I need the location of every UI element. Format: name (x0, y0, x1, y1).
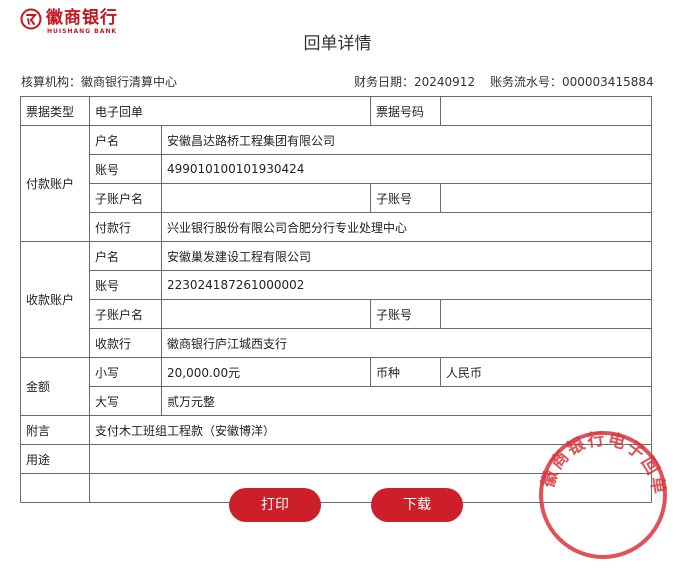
download-button[interactable]: 下载 (371, 488, 463, 522)
payee-sub-name-value (160, 299, 372, 329)
payee-sub-account-label: 子账号 (370, 299, 442, 329)
payer-name-label: 户名 (89, 125, 162, 155)
doc-type-label: 票据类型 (20, 96, 90, 126)
payee-name-label: 户名 (89, 241, 162, 271)
amount-lower-value: 20,000.00元 (160, 357, 372, 387)
page-title: 回单详情 (303, 34, 372, 54)
table-row: 付款账户 户名 安徽昌达路桥工程集团有限公司 (20, 125, 653, 242)
payer-account-value: 499010100101930424 (160, 154, 653, 184)
amount-group-label: 金额 (20, 357, 90, 416)
payer-sub-account-label: 子账号 (370, 183, 442, 213)
doc-number-label: 票据号码 (370, 96, 442, 126)
currency-label: 币种 (370, 357, 442, 387)
table-row: 账号 223024187261000002 (21, 270, 653, 300)
payer-account-label: 账号 (89, 154, 162, 184)
payee-group-label: 收款账户 (20, 241, 90, 358)
payee-sub-account-value (440, 299, 653, 329)
table-row: 子账户名 子账号 (21, 183, 653, 213)
payer-name-value: 安徽昌达路桥工程集团有限公司 (160, 125, 653, 155)
purpose-value (88, 444, 653, 474)
payer-sub-name-label: 子账户名 (89, 183, 162, 213)
table-row: 金额 小写 20,000.00元 币种 人民币 (20, 357, 653, 416)
amount-upper-label: 大写 (89, 386, 162, 416)
print-button[interactable]: 打印 (229, 488, 321, 522)
payee-name-value: 安徽巢发建设工程有限公司 (160, 241, 653, 271)
finance-date-text: 财务日期：20240912 (354, 75, 476, 89)
payee-account-value: 223024187261000002 (160, 270, 653, 300)
payer-sub-account-value (440, 183, 653, 213)
doc-type-value: 电子回单 (88, 96, 372, 126)
table-row: 子账户名 子账号 (21, 299, 653, 329)
empty-cell (20, 473, 90, 503)
payer-bank-value: 兴业银行股份有限公司合肥分行专业处理中心 (160, 212, 653, 242)
institution-text: 核算机构：徽商银行清算中心 (21, 75, 178, 89)
note-label: 附言 (20, 415, 90, 445)
table-row: 附言 支付木工班组工程款（安徽博洋） (20, 415, 653, 445)
receipt-table: 票据类型 电子回单 票据号码 付款账户 户名 安徽昌达路桥工程集团有限公司 账号… (20, 96, 653, 503)
bank-logo-icon (20, 8, 42, 30)
table-row: 收款行 徽商银行庐江城西支行 (21, 328, 653, 358)
table-row: 收款账户 户名 安徽巢发建设工程有限公司 (20, 241, 653, 358)
payer-bank-label: 付款行 (89, 212, 162, 242)
amount-lower-label: 小写 (89, 357, 162, 387)
payee-account-label: 账号 (89, 270, 162, 300)
payee-sub-name-label: 子账户名 (89, 299, 162, 329)
payee-bank-label: 收款行 (89, 328, 162, 358)
table-row (20, 473, 653, 503)
table-row: 票据类型 电子回单 票据号码 (20, 96, 653, 126)
amount-upper-value: 贰万元整 (160, 386, 653, 416)
purpose-label: 用途 (20, 444, 90, 474)
table-row: 付款行 兴业银行股份有限公司合肥分行专业处理中心 (21, 212, 653, 242)
payer-group-label: 付款账户 (20, 125, 90, 242)
bank-name: 徽商银行 (46, 8, 118, 28)
table-row: 用途 (20, 444, 653, 474)
serial-number-text: 账务流水号：000003415884 (490, 75, 654, 89)
payer-sub-name-value (160, 183, 372, 213)
empty-cell (88, 473, 653, 503)
currency-value: 人民币 (440, 357, 653, 387)
doc-number-value (440, 96, 653, 126)
table-row: 大写 贰万元整 (21, 386, 653, 416)
note-value: 支付木工班组工程款（安徽博洋） (88, 415, 653, 445)
payee-bank-value: 徽商银行庐江城西支行 (160, 328, 653, 358)
table-row: 账号 499010100101930424 (21, 154, 653, 184)
